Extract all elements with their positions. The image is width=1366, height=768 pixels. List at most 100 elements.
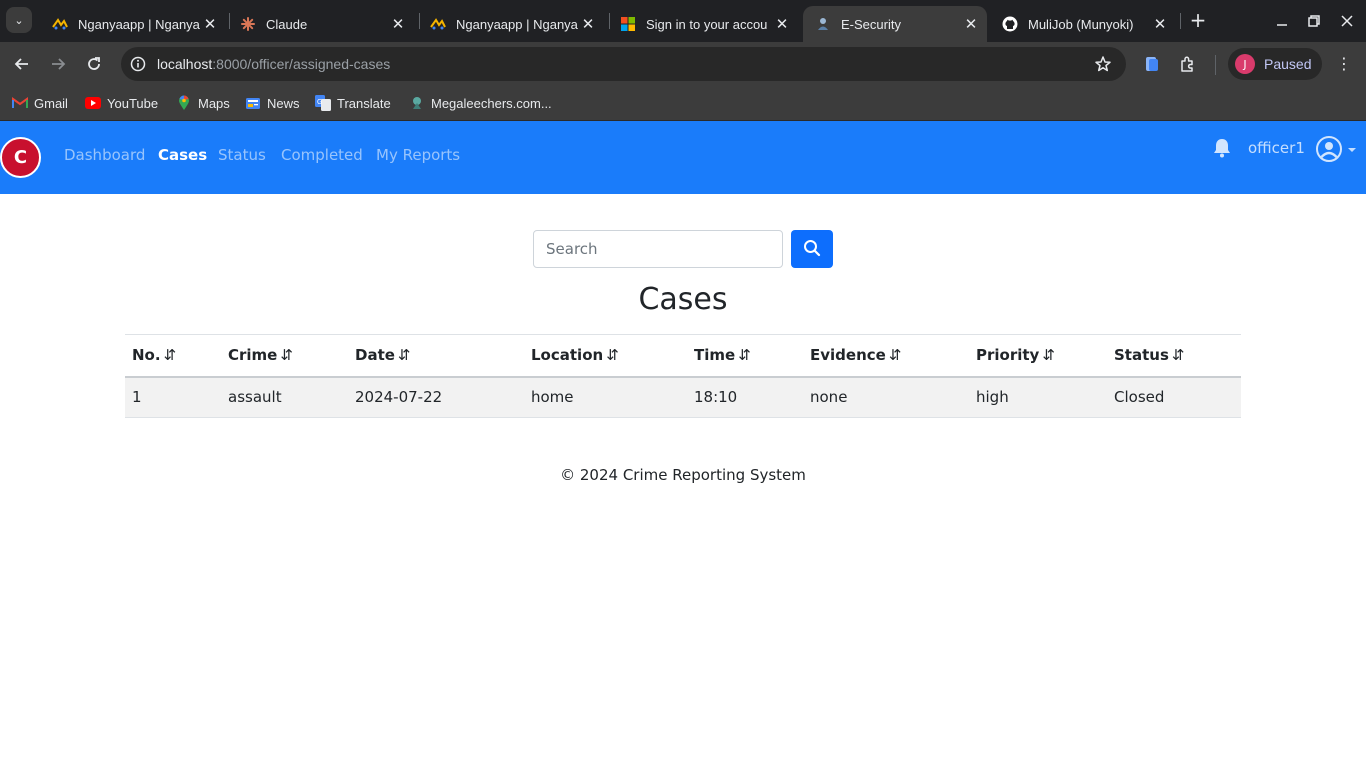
nav-link-dashboard[interactable]: Dashboard <box>64 146 145 164</box>
user-name-label[interactable]: officer1 <box>1248 139 1305 157</box>
column-header-status[interactable]: Status ⇵ <box>1107 334 1241 378</box>
nav-link-cases[interactable]: Cases <box>158 146 207 164</box>
bookmark-label: Megaleechers.com... <box>431 95 552 111</box>
bookmark-label: Gmail <box>34 95 68 111</box>
sort-arrows-icon[interactable]: ⇵ <box>738 346 751 364</box>
forward-arrow-icon[interactable] <box>45 51 71 77</box>
column-header-priority[interactable]: Priority ⇵ <box>969 334 1107 378</box>
toolbar-divider <box>1215 55 1216 75</box>
cell-location: home <box>524 376 687 418</box>
page-footer: © 2024 Crime Reporting System <box>560 466 806 484</box>
column-label: Status <box>1114 346 1169 365</box>
cell-date: 2024-07-22 <box>348 376 524 418</box>
extensions-puzzle-icon[interactable] <box>1178 54 1198 74</box>
bookmarks-bar: Gmail YouTube Maps News G Translate Mega… <box>0 86 1366 121</box>
bookmark-translate[interactable]: G Translate <box>315 91 391 115</box>
cell-time: 18:10 <box>687 376 803 418</box>
bookmark-label: YouTube <box>107 95 159 111</box>
profile-status-label: Paused <box>1264 56 1312 72</box>
maps-icon <box>176 95 192 111</box>
user-menu-caret-icon[interactable] <box>1348 148 1356 152</box>
column-header-evidence[interactable]: Evidence ⇵ <box>803 334 969 378</box>
reload-icon[interactable] <box>81 51 107 77</box>
column-label: Crime <box>228 346 278 365</box>
bookmark-label: News <box>267 95 300 111</box>
tab-close-icon[interactable]: ✕ <box>200 15 220 33</box>
sort-arrows-icon[interactable]: ⇵ <box>606 346 619 364</box>
search-icon <box>803 239 821 260</box>
search-button[interactable] <box>791 230 833 268</box>
tab-search-button[interactable]: ⌄ <box>6 7 32 33</box>
tab-close-icon[interactable]: ✕ <box>961 15 981 33</box>
search-input[interactable] <box>533 230 783 268</box>
column-label: Evidence <box>810 346 886 365</box>
notification-bell-icon[interactable] <box>1211 137 1233 159</box>
translate-icon: G <box>315 95 331 111</box>
bookmark-youtube[interactable]: YouTube <box>85 91 158 115</box>
tab-close-icon[interactable]: ✕ <box>388 15 408 33</box>
column-header-no[interactable]: No. ⇵ <box>125 334 221 378</box>
close-window-icon[interactable] <box>1332 8 1362 34</box>
cell-evidence: none <box>803 376 969 418</box>
column-label: Date <box>355 346 395 365</box>
column-header-location[interactable]: Location ⇵ <box>524 334 687 378</box>
cell-status: Closed <box>1107 376 1241 418</box>
user-avatar-icon[interactable] <box>1315 135 1343 163</box>
svg-text:G: G <box>317 99 322 106</box>
site-info-icon[interactable] <box>130 56 146 76</box>
column-label: Priority <box>976 346 1040 365</box>
browser-menu-icon[interactable]: ⋮ <box>1336 54 1352 74</box>
page-title: Cases <box>638 282 728 317</box>
column-header-time[interactable]: Time ⇵ <box>687 334 803 378</box>
browser-tab-6[interactable]: MuliJob (Munyoki) ✕ <box>990 6 1176 42</box>
bookmark-megaleechers[interactable]: Megaleechers.com... <box>409 91 552 115</box>
bookmark-news[interactable]: News <box>245 91 300 115</box>
brand-logo[interactable]: C <box>0 137 41 178</box>
nav-link-my-reports[interactable]: My Reports <box>376 146 460 164</box>
tab-close-icon[interactable]: ✕ <box>772 15 792 33</box>
new-tab-plus-icon[interactable]: + <box>1186 9 1210 33</box>
restore-window-icon[interactable] <box>1299 8 1329 34</box>
cases-table: No. ⇵ Crime ⇵ Date ⇵ Location ⇵ Time ⇵ Eviden… <box>125 334 1241 418</box>
claude-logo-icon <box>240 16 256 32</box>
microsoft-logo-icon <box>620 16 636 32</box>
sort-arrows-icon[interactable]: ⇵ <box>164 346 177 364</box>
nganya-logo-icon <box>52 16 68 32</box>
tab-close-icon[interactable]: ✕ <box>578 15 598 33</box>
browser-tab-5-active[interactable]: E-Security ✕ <box>803 6 987 42</box>
nganya-logo-icon <box>430 16 446 32</box>
bookmark-label: Maps <box>198 95 230 111</box>
table-header-row: No. ⇵ Crime ⇵ Date ⇵ Location ⇵ Time ⇵ Eviden… <box>125 334 1241 378</box>
browser-tab-strip: ⌄ Nganyaapp | Nganya ✕ Claude ✕ Nganyaap… <box>0 0 1366 42</box>
table-row: 1 assault 2024-07-22 home 18:10 none hig… <box>125 376 1241 418</box>
column-header-date[interactable]: Date ⇵ <box>348 334 524 378</box>
cell-no: 1 <box>125 376 221 418</box>
tab-title: Nganyaapp | Nganya <box>456 16 578 32</box>
minimize-window-icon[interactable] <box>1267 8 1297 34</box>
profile-button[interactable]: J Paused <box>1228 48 1322 80</box>
bookmark-star-icon[interactable] <box>1094 55 1112 77</box>
address-bar[interactable]: localhost:8000/officer/assigned-cases <box>121 47 1126 81</box>
column-label: Location <box>531 346 604 365</box>
url-text[interactable]: localhost:8000/officer/assigned-cases <box>157 56 390 72</box>
extension-sidebar-icon[interactable] <box>1142 54 1162 74</box>
bookmark-gmail[interactable]: Gmail <box>12 91 68 115</box>
browser-tab-1[interactable]: Nganyaapp | Nganya ✕ <box>40 6 226 42</box>
nav-link-completed[interactable]: Completed <box>281 146 363 164</box>
tab-close-icon[interactable]: ✕ <box>1150 15 1170 33</box>
tab-title: Claude <box>266 16 308 32</box>
sort-arrows-icon[interactable]: ⇵ <box>1042 346 1055 364</box>
column-header-crime[interactable]: Crime ⇵ <box>221 334 348 378</box>
cell-crime: assault <box>221 376 348 418</box>
back-arrow-icon[interactable] <box>9 51 35 77</box>
sort-arrows-icon[interactable]: ⇵ <box>889 346 902 364</box>
browser-tab-3[interactable]: Nganyaapp | Nganya ✕ <box>418 6 604 42</box>
nav-link-status[interactable]: Status <box>218 146 266 164</box>
cell-priority: high <box>969 376 1107 418</box>
bookmark-maps[interactable]: Maps <box>176 91 230 115</box>
browser-tab-4[interactable]: Sign in to your accou ✕ <box>608 6 798 42</box>
sort-arrows-icon[interactable]: ⇵ <box>280 346 293 364</box>
browser-tab-2[interactable]: Claude ✕ <box>228 6 414 42</box>
sort-arrows-icon[interactable]: ⇵ <box>1172 346 1185 364</box>
sort-arrows-icon[interactable]: ⇵ <box>398 346 411 364</box>
